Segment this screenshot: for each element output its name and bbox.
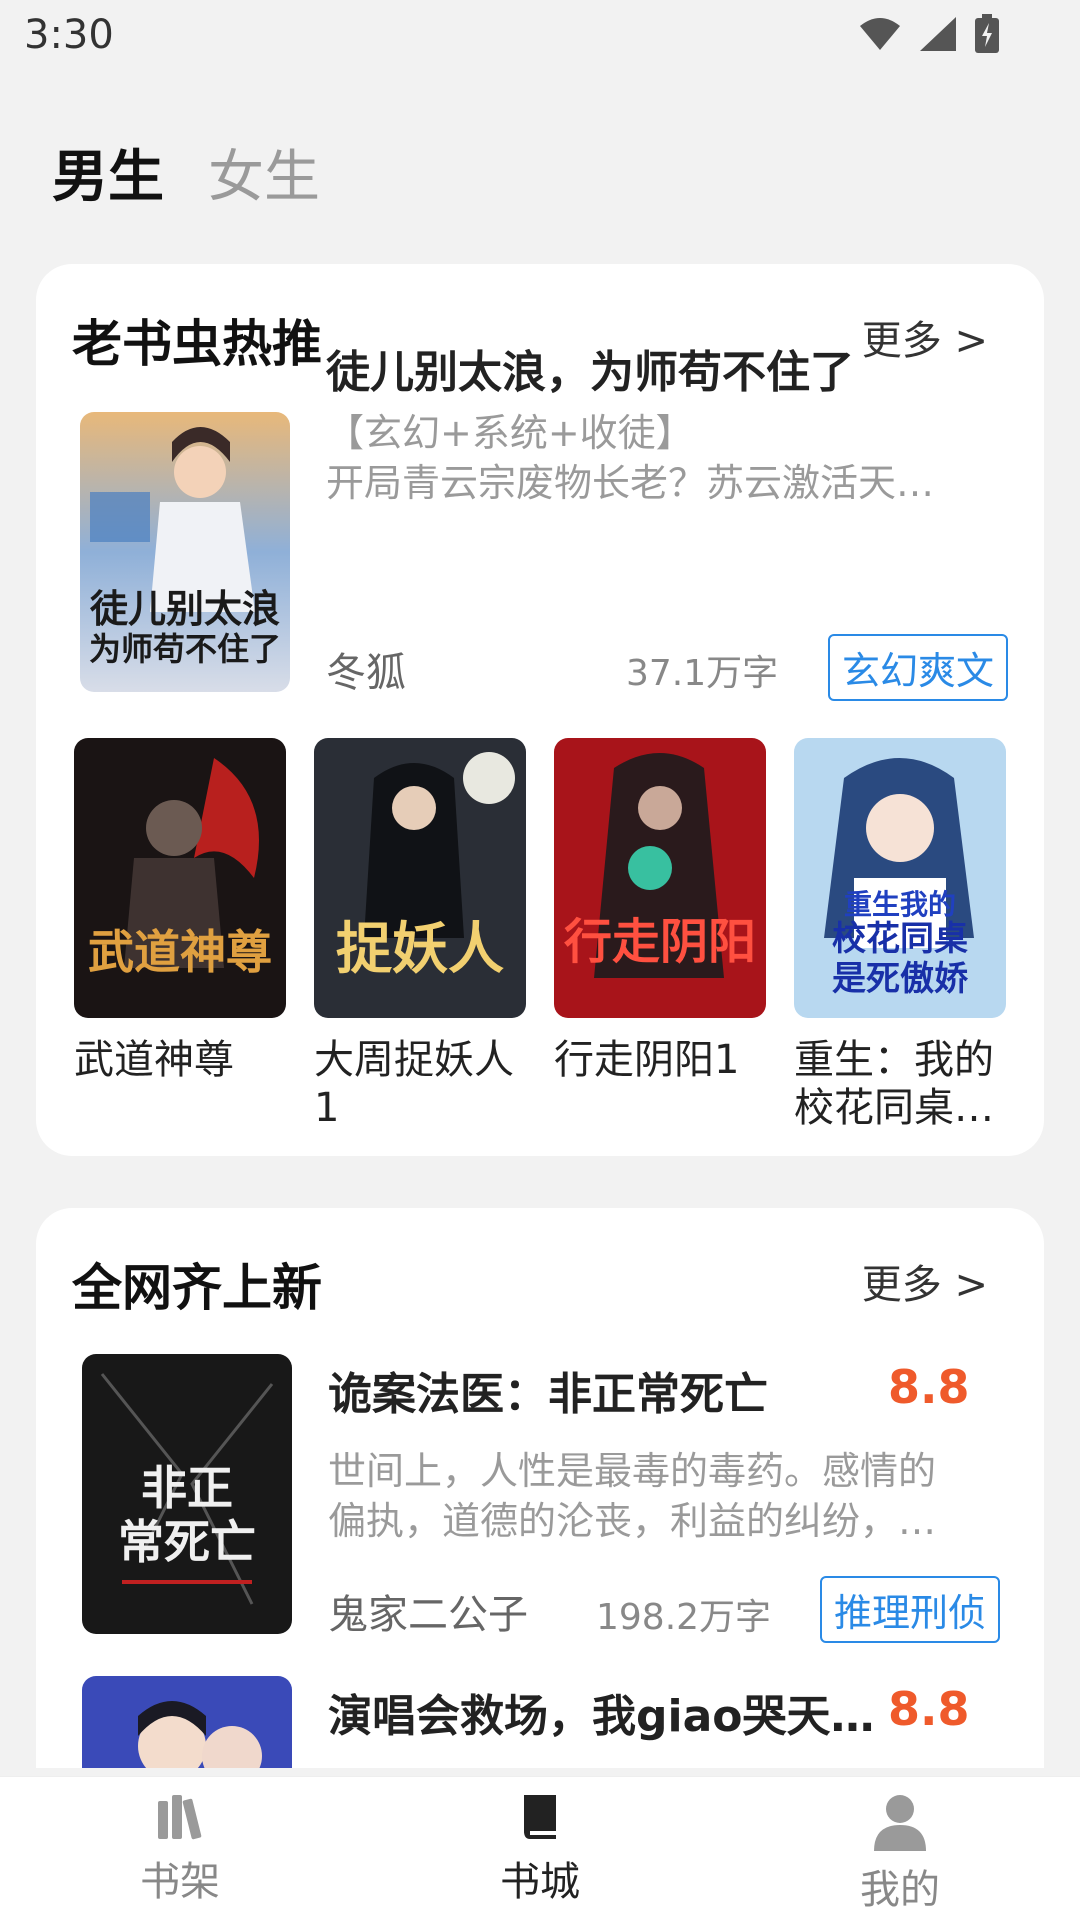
book-cover[interactable]: 非正 常死亡 (82, 1354, 292, 1634)
tab-female[interactable]: 女生 (208, 132, 320, 213)
book-cover[interactable]: 武道神尊 (74, 738, 286, 1018)
grid-book-item[interactable]: 武道神尊 武道神尊 (74, 738, 286, 1084)
grid-book-item[interactable]: 捉妖人 大周捉妖人1 (314, 738, 526, 1132)
more-link[interactable]: 更多 > (862, 1252, 988, 1310)
section-title: 老书虫热推 (72, 315, 322, 373)
nav-bookshelf[interactable]: 书架 (80, 1791, 280, 1907)
new-releases-section: 全网齐上新 更多 > 非正 常死亡 诡案法医：非正常死亡 8.8 世间上，人性是… (36, 1208, 1044, 1768)
nav-bookstore[interactable]: 书城 (440, 1791, 640, 1907)
book-word-count: 198.2万字 (596, 1597, 772, 1638)
desc-line: 开局青云宗废物长老？苏云激活天… (326, 461, 935, 505)
grid-book-name: 武道神尊 (74, 1037, 234, 1083)
book-cover[interactable]: 徒儿别太浪 为师苟不住了 (80, 412, 290, 692)
book-author: 鬼家二公子 (328, 1592, 528, 1638)
nav-label: 书架 (140, 1859, 220, 1905)
hot-recommend-section: 老书虫热推 更多 > 徒儿别太浪 为师苟不住了 徒儿别太浪，为师苟不住了 【玄幻… (36, 264, 1044, 1156)
svg-text:校花同桌: 校花同桌 (832, 919, 968, 959)
book-title[interactable]: 诡案法医：非正常死亡 (328, 1358, 888, 1422)
signal-icon (920, 17, 956, 51)
desc-line: 【玄幻+系统+收徒】 (326, 411, 694, 455)
svg-text:是死傲娇: 是死傲娇 (832, 959, 969, 999)
genre-tag: 推理刑侦 (820, 1576, 1001, 1643)
battery-charging-icon (975, 14, 999, 53)
bottom-nav: 书架 书城 我的 (0, 1776, 1080, 1921)
book-title[interactable]: 徒儿别太浪，为师苟不住了 (326, 336, 1006, 400)
grid-book-name: 行走阴阳1 (554, 1037, 740, 1083)
svg-text:非正: 非正 (141, 1461, 233, 1515)
wifi-icon (860, 18, 900, 50)
svg-text:武道神尊: 武道神尊 (88, 925, 272, 979)
book-cover[interactable]: 捉妖人 (314, 738, 526, 1018)
status-time: 3:30 (24, 12, 114, 58)
nav-label: 书城 (500, 1859, 580, 1905)
svg-text:常死亡: 常死亡 (118, 1515, 256, 1569)
book-description: 【玄幻+系统+收徒】 开局青云宗废物长老？苏云激活天… (326, 408, 1006, 508)
gender-tabs: 男生 女生 (52, 132, 320, 213)
nav-label: 我的 (860, 1867, 940, 1913)
book-cover[interactable]: 重生我的 校花同桌 是死傲娇 (794, 738, 1006, 1018)
book-author: 冬狐 (326, 650, 406, 696)
status-icons (858, 14, 1000, 54)
bookshelf-icon (158, 1795, 202, 1840)
grid-book-name: 重生：我的校花同桌… (794, 1037, 994, 1131)
genre-tag: 玄幻爽文 (828, 634, 1009, 701)
book-word-count: 37.1万字 (626, 653, 779, 694)
book-score: 8.8 (888, 1682, 970, 1736)
user-icon (874, 1795, 926, 1851)
desc-line: 世间上，人性是最毒的毒药。感情的 (328, 1449, 937, 1493)
grid-book-item[interactable]: 重生我的 校花同桌 是死傲娇 重生：我的校花同桌… (794, 738, 1006, 1132)
grid-book-name: 大周捉妖人1 (314, 1037, 514, 1131)
book-cover[interactable] (82, 1676, 292, 1768)
svg-text:为师苟不住了: 为师苟不住了 (89, 630, 281, 668)
status-bar: 3:30 (0, 0, 1080, 72)
grid-book-item[interactable]: 行走阴阳 行走阴阳1 (554, 738, 766, 1084)
svg-text:徒儿别太浪: 徒儿别太浪 (89, 586, 280, 631)
svg-text:重生我的: 重生我的 (844, 888, 956, 921)
svg-text:捉妖人: 捉妖人 (336, 916, 504, 982)
tab-male[interactable]: 男生 (52, 132, 164, 213)
book-score: 8.8 (888, 1360, 970, 1414)
book-cover[interactable]: 行走阴阳 (554, 738, 766, 1018)
book-icon (524, 1795, 556, 1839)
desc-line: 偏执，道德的沦丧，利益的纠纷，… (328, 1499, 937, 1543)
book-description: 世间上，人性是最毒的毒药。感情的 偏执，道德的沦丧，利益的纠纷，… (328, 1446, 1018, 1546)
svg-text:行走阴阳: 行走阴阳 (564, 914, 756, 970)
book-title[interactable]: 演唱会救场，我giao哭天… (328, 1680, 888, 1744)
nav-profile[interactable]: 我的 (800, 1791, 1000, 1915)
section-title: 全网齐上新 (72, 1259, 322, 1317)
